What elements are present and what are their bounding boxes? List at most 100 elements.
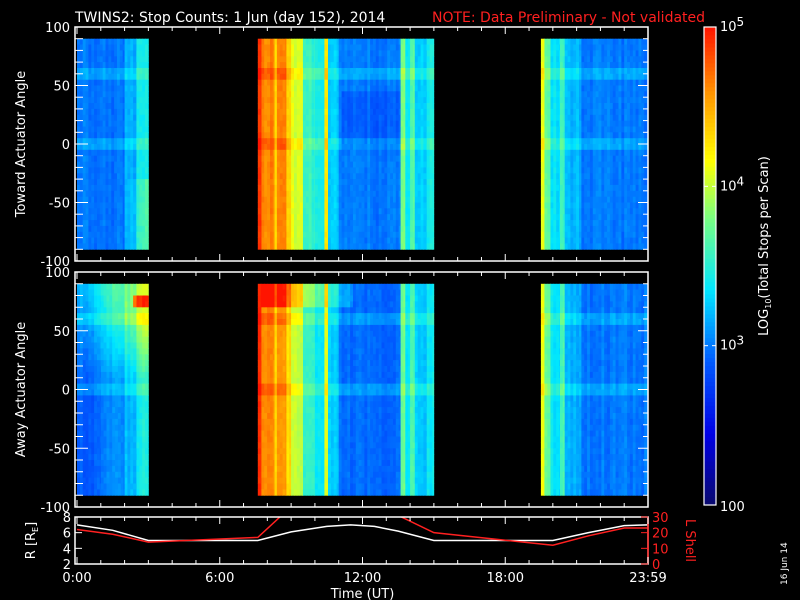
spectrogram-cell xyxy=(88,155,92,162)
spectrogram-cell xyxy=(114,231,118,238)
spectrogram-cell xyxy=(553,231,557,238)
spectrogram-cell xyxy=(94,237,98,244)
spectrogram-cell xyxy=(303,243,307,250)
spectrogram-cell xyxy=(264,220,268,227)
spectrogram-cell xyxy=(615,196,619,203)
spectrogram-cell xyxy=(361,208,365,215)
spectrogram-cell xyxy=(267,167,271,174)
spectrogram-cell xyxy=(423,184,427,192)
spectrogram-cell xyxy=(350,179,354,186)
spectrogram-cell xyxy=(324,184,328,192)
spectrogram-cell xyxy=(99,179,104,186)
spectrogram-cell xyxy=(77,179,81,186)
spectrogram-cell xyxy=(629,155,634,162)
spectrogram-cell xyxy=(355,132,360,139)
spectrogram-cell xyxy=(274,214,278,221)
spectrogram-cell xyxy=(145,190,149,197)
spectrogram-cell xyxy=(381,50,385,57)
spectrogram-cell xyxy=(624,220,628,227)
spectrogram-cell xyxy=(114,91,118,98)
spectrogram-cell xyxy=(328,91,332,98)
spectrogram-cell xyxy=(94,220,98,227)
spectrogram-cell xyxy=(629,44,634,51)
spectrogram-cell xyxy=(564,62,568,69)
spectrogram-cell xyxy=(296,208,301,215)
spectrogram-cell xyxy=(592,91,597,98)
spectrogram-cell xyxy=(641,149,645,156)
spectrogram-cell xyxy=(387,50,391,57)
spectrogram-cell xyxy=(641,38,645,45)
spectrogram-cell xyxy=(291,179,295,186)
spectrogram-cell xyxy=(544,56,548,63)
spectrogram-cell xyxy=(592,132,597,139)
spectrogram-cell xyxy=(139,196,143,203)
spectrogram-cell xyxy=(324,114,328,121)
spectrogram-cell xyxy=(576,202,580,209)
spectrogram-cell xyxy=(119,155,124,162)
spectrogram-cell xyxy=(274,225,278,233)
spectrogram-cell xyxy=(364,225,368,233)
spectrogram-cell xyxy=(381,225,385,233)
spectrogram-cell xyxy=(133,161,137,168)
spectrogram-cell xyxy=(133,44,137,51)
spectrogram-cell xyxy=(82,149,86,156)
spectrogram-cell xyxy=(308,144,312,151)
spectrogram-cell xyxy=(127,62,131,69)
spectrogram-cell xyxy=(344,155,348,162)
spectrogram-cell xyxy=(303,103,307,110)
spectrogram-cell xyxy=(291,62,295,69)
spectrogram-cell xyxy=(264,167,268,174)
spectrogram-cell xyxy=(405,50,409,57)
spectrogram-cell xyxy=(119,184,124,192)
spectrogram-cell xyxy=(320,38,324,45)
spectrogram-cell xyxy=(618,144,622,151)
spectrogram-cell xyxy=(303,114,307,121)
spectrogram-cell xyxy=(99,202,104,209)
spectrogram-cell xyxy=(264,202,268,209)
spectrogram-cell xyxy=(350,237,354,244)
spectrogram-cell xyxy=(296,50,301,57)
spectrogram-cell xyxy=(82,114,86,121)
spectrogram-cell xyxy=(414,243,419,250)
spectrogram-cell xyxy=(133,225,137,233)
spectrogram-cell xyxy=(540,97,545,104)
spectrogram-cell xyxy=(99,155,104,162)
spectrogram-cell xyxy=(579,126,582,133)
spectrogram-cell xyxy=(629,149,634,156)
spectrogram-cell xyxy=(615,85,619,92)
spectrogram-cell xyxy=(417,155,421,162)
spectrogram-cell xyxy=(147,237,149,244)
spectrogram-cell xyxy=(375,85,380,92)
spectrogram-cell xyxy=(432,184,435,192)
spectrogram-cell xyxy=(414,44,419,51)
spectrogram-cell xyxy=(94,79,98,86)
spectrogram-cell xyxy=(584,149,588,156)
spectrogram-cell xyxy=(604,231,608,238)
spectrogram-cell xyxy=(133,91,137,98)
spectrogram-cell xyxy=(564,73,568,81)
spectrogram-cell xyxy=(99,50,104,57)
spectrogram-cell xyxy=(624,202,628,209)
spectrogram-cell xyxy=(333,120,337,127)
spectrogram-cell xyxy=(264,132,268,139)
spectrogram-cell xyxy=(584,68,588,75)
spectrogram-cell xyxy=(257,44,262,51)
spectrogram-cell xyxy=(145,73,149,81)
spectrogram-cell xyxy=(405,184,409,192)
spectrogram-cell xyxy=(257,243,262,250)
spectrogram-cell xyxy=(344,79,348,86)
spectrogram-cell xyxy=(387,91,391,98)
spectrogram-cell xyxy=(609,97,614,104)
spectrogram-cell xyxy=(257,85,262,92)
spectrogram-cell xyxy=(579,103,582,110)
spectrogram-cell xyxy=(426,144,430,151)
spectrogram-cell xyxy=(99,208,104,215)
spectrogram-cell xyxy=(641,144,645,151)
spectrogram-cell xyxy=(553,62,557,69)
spectrogram-cell xyxy=(615,108,619,116)
spectrogram-cell xyxy=(308,126,312,133)
spectrogram-cell xyxy=(291,138,295,145)
spectrogram-cell xyxy=(133,196,137,203)
spectrogram-cell xyxy=(361,38,365,45)
spectrogram-cell xyxy=(592,231,597,238)
